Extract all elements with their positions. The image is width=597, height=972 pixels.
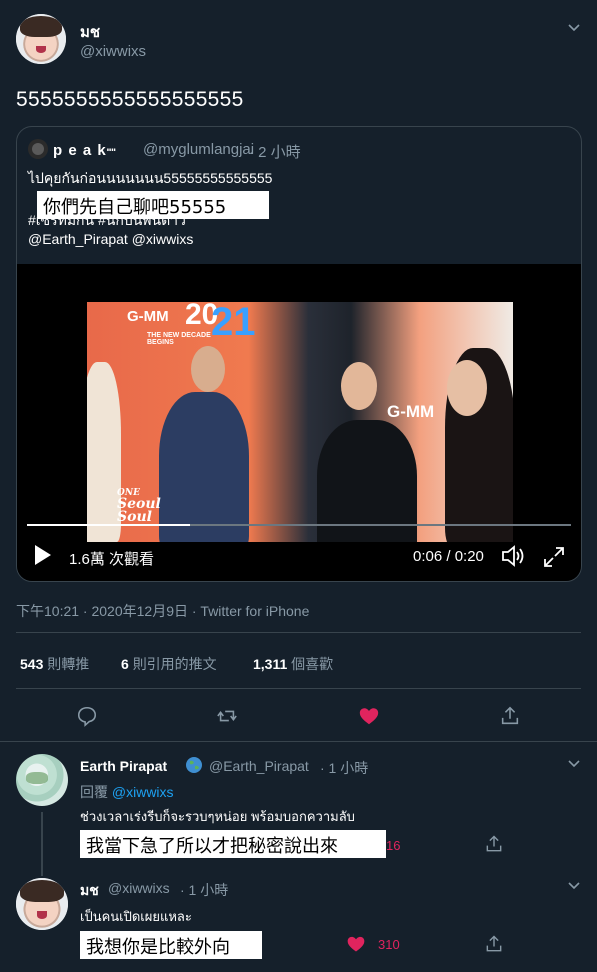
reply-author-handle[interactable]: @xiwwixs bbox=[108, 880, 170, 896]
quoted-time: · 2 小時 bbox=[249, 144, 301, 161]
quote-stat[interactable]: 6 則引用的推文 bbox=[121, 654, 217, 674]
video-progress-fill bbox=[27, 524, 191, 526]
reply-label: 回覆 bbox=[80, 784, 108, 800]
person-head-2 bbox=[341, 362, 377, 410]
reply-time: · 1 小時 bbox=[320, 760, 369, 776]
author-name[interactable]: มช bbox=[80, 20, 100, 44]
person-head-1 bbox=[191, 346, 225, 392]
watermark: ONE Seoul Soul bbox=[117, 488, 161, 525]
share-icon[interactable] bbox=[499, 705, 521, 732]
avatar[interactable] bbox=[16, 754, 68, 806]
person-suit-blue bbox=[159, 392, 249, 542]
person-head-3 bbox=[447, 360, 487, 416]
reply-text: เป็นคนเปิดเผยแหละ bbox=[80, 909, 192, 924]
quote-count: 6 bbox=[121, 656, 129, 672]
play-icon[interactable] bbox=[33, 544, 53, 571]
divider bbox=[16, 632, 581, 633]
chevron-down-icon[interactable] bbox=[567, 756, 581, 770]
tweet-text: 5555555555555555555 bbox=[16, 88, 244, 111]
chevron-down-icon[interactable] bbox=[567, 878, 581, 892]
like-label: 個喜歡 bbox=[291, 656, 334, 672]
reply-icon[interactable] bbox=[76, 705, 98, 732]
divider bbox=[16, 688, 581, 689]
avatar[interactable] bbox=[16, 14, 66, 64]
thread-line bbox=[41, 812, 43, 876]
reply-author-handle[interactable]: @Earth_Pirapat bbox=[209, 758, 309, 774]
reply-text: ช่วงเวลาเร่งรีบก็จะรวบๆหน่อย พร้อมบอกควา… bbox=[80, 809, 355, 824]
tweet-timestamp[interactable]: 下午10:21 · 2020年12月9日 · Twitter for iPhon… bbox=[16, 601, 309, 621]
quoted-mentions[interactable]: @Earth_Pirapat @xiwwixs bbox=[28, 231, 193, 247]
reply-author-name[interactable]: Earth Pirapat bbox=[80, 758, 167, 774]
reply-time: · 1 小時 bbox=[180, 882, 229, 898]
backdrop-tagline: THE NEW DECADE BEGINS bbox=[147, 332, 211, 346]
reply-author-name[interactable]: มช bbox=[80, 880, 99, 902]
retweet-icon[interactable] bbox=[216, 705, 238, 732]
chevron-down-icon[interactable] bbox=[567, 20, 581, 34]
person-left bbox=[87, 362, 121, 542]
view-count: 1.6萬 次觀看 bbox=[69, 551, 155, 568]
translation-overlay: 我想你是比較外向 bbox=[80, 931, 262, 959]
retweet-count: 543 bbox=[20, 656, 44, 672]
quote-label: 則引用的推文 bbox=[132, 656, 217, 672]
like-heart-icon[interactable] bbox=[346, 934, 366, 959]
retweet-stat[interactable]: 543 則轉推 bbox=[20, 654, 89, 674]
replying-to: 回覆 @xiwwixs bbox=[80, 782, 174, 802]
like-count: 1,311 bbox=[253, 656, 288, 672]
quoted-tweet-card[interactable]: p e a k┉ @myglumlangjai · 2 小時 ไปคุยกันก… bbox=[16, 126, 582, 582]
reply-like-count: 310 bbox=[378, 937, 400, 952]
reply-like-count: 16 bbox=[386, 838, 401, 853]
video-time: 0:06 / 0:20 bbox=[413, 548, 484, 565]
share-icon[interactable] bbox=[484, 934, 504, 959]
translation-overlay: 你們先自己聊吧55555 bbox=[37, 191, 269, 219]
fullscreen-icon[interactable] bbox=[543, 546, 565, 573]
retweet-label: 則轉推 bbox=[47, 656, 90, 672]
quoted-text-line1: ไปคุยกันก่อนนนนนนน55555555555555 bbox=[28, 170, 273, 186]
earth-globe-icon bbox=[185, 756, 203, 779]
avatar[interactable] bbox=[16, 878, 68, 930]
backdrop-gmm-logo-right: G-MM bbox=[387, 402, 435, 421]
backdrop-gmm-logo: G-MM bbox=[127, 308, 169, 325]
translation-overlay: 我當下急了所以才把秘密說出來 bbox=[80, 830, 386, 858]
divider bbox=[0, 741, 597, 742]
quoted-avatar bbox=[28, 139, 48, 159]
video-frame: G-MM 20 21 THE NEW DECADE BEGINS G-MM ON… bbox=[87, 302, 513, 542]
author-handle[interactable]: @xiwwixs bbox=[80, 43, 146, 60]
volume-icon[interactable] bbox=[500, 544, 526, 573]
quoted-author-name: p e a k┉ bbox=[53, 142, 117, 159]
reply-to-link[interactable]: @xiwwixs bbox=[112, 784, 174, 800]
share-icon[interactable] bbox=[484, 834, 504, 859]
quoted-author-handle: @myglumlangjai bbox=[143, 141, 255, 158]
like-stat[interactable]: 1,311 個喜歡 bbox=[253, 654, 333, 674]
like-heart-icon[interactable] bbox=[358, 705, 380, 732]
watermark-line3: Soul bbox=[117, 509, 152, 525]
video-player[interactable]: G-MM 20 21 THE NEW DECADE BEGINS G-MM ON… bbox=[17, 264, 581, 581]
